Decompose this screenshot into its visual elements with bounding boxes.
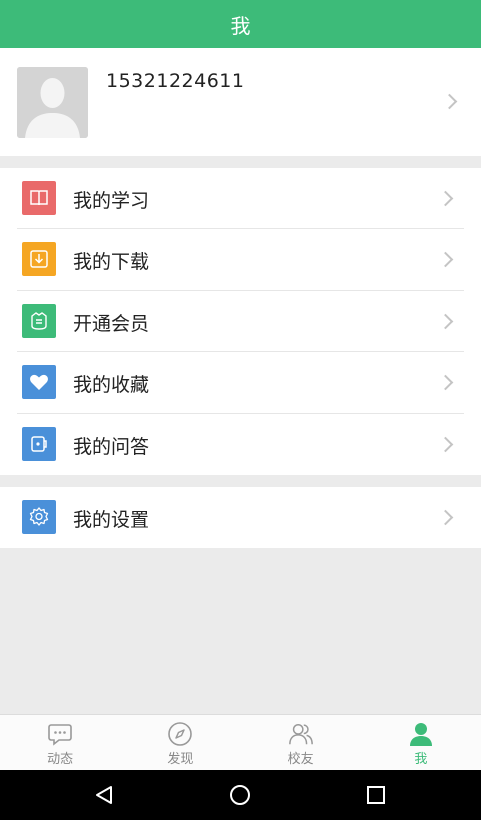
compass-icon bbox=[167, 721, 193, 747]
chevron-right-icon bbox=[437, 374, 454, 391]
tab-label: 动态 bbox=[47, 752, 74, 767]
chevron-right-icon bbox=[437, 190, 454, 207]
back-icon[interactable] bbox=[92, 783, 116, 807]
book-icon bbox=[22, 181, 56, 215]
title-bar: 我 bbox=[0, 0, 481, 48]
bottom-tab-bar: 动态 发现 校友 我 bbox=[0, 714, 481, 770]
chevron-right-icon bbox=[437, 436, 454, 452]
menu-item-my-download[interactable]: 我的下载 bbox=[0, 229, 481, 291]
menu-item-my-study[interactable]: 我的学习 bbox=[0, 168, 481, 230]
page-title: 我 bbox=[230, 13, 251, 38]
gear-icon bbox=[22, 500, 56, 534]
chat-bubble-icon bbox=[47, 721, 73, 747]
tab-label: 我 bbox=[414, 752, 428, 767]
menu-group-settings: 我的设置 bbox=[0, 487, 481, 548]
phone-number: 15321224611 bbox=[106, 70, 245, 92]
heart-icon bbox=[22, 365, 56, 400]
menu-label: 我的下载 bbox=[73, 251, 150, 274]
people-icon bbox=[288, 721, 314, 747]
member-badge-icon bbox=[22, 303, 56, 338]
menu-item-my-settings[interactable]: 我的设置 bbox=[0, 487, 481, 548]
menu-item-my-favorites[interactable]: 我的收藏 bbox=[0, 352, 481, 414]
chevron-right-icon bbox=[437, 252, 454, 268]
tab-alumni[interactable]: 校友 bbox=[241, 715, 361, 770]
person-icon bbox=[408, 721, 434, 747]
menu-group-main: 我的学习 我的下载 开通会员 我的收藏 我的问答 bbox=[0, 168, 481, 475]
tab-feed[interactable]: 动态 bbox=[0, 715, 120, 770]
avatar[interactable] bbox=[17, 67, 88, 138]
qa-icon bbox=[22, 426, 56, 461]
system-navigation-bar bbox=[0, 770, 481, 820]
download-icon bbox=[22, 242, 56, 277]
menu-label: 开通会员 bbox=[73, 312, 150, 335]
chevron-right-icon bbox=[441, 93, 458, 110]
menu-label: 我的收藏 bbox=[73, 374, 150, 397]
profile-row[interactable]: 15321224611 bbox=[0, 48, 481, 156]
menu-label: 我的学习 bbox=[73, 190, 150, 212]
tab-discover[interactable]: 发现 bbox=[120, 715, 240, 770]
menu-item-my-qa[interactable]: 我的问答 bbox=[0, 414, 481, 475]
menu-label: 我的设置 bbox=[73, 509, 150, 531]
menu-item-open-membership[interactable]: 开通会员 bbox=[0, 291, 481, 353]
menu-label: 我的问答 bbox=[73, 435, 150, 458]
chevron-right-icon bbox=[437, 509, 454, 526]
recents-icon[interactable] bbox=[364, 783, 388, 807]
home-icon[interactable] bbox=[228, 783, 252, 807]
tab-me[interactable]: 我 bbox=[361, 715, 481, 770]
tab-label: 发现 bbox=[167, 752, 194, 767]
chevron-right-icon bbox=[437, 313, 454, 330]
default-avatar-icon bbox=[17, 67, 88, 138]
tab-label: 校友 bbox=[287, 752, 314, 767]
